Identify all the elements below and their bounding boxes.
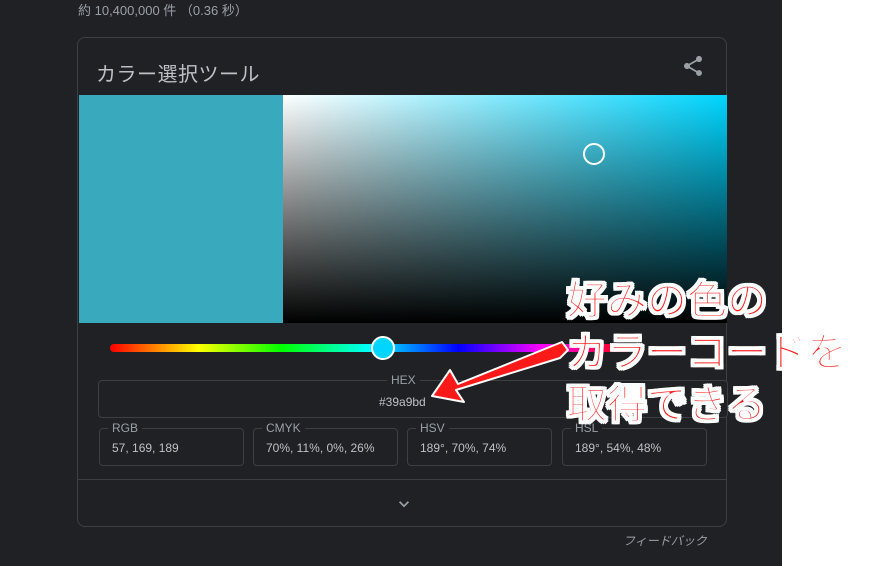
hsl-value: 189°, 54%, 48% xyxy=(575,441,662,455)
annotation-arrow xyxy=(431,341,569,403)
hsl-field[interactable]: HSL 189°, 54%, 48% xyxy=(562,421,707,466)
saturation-value-handle[interactable] xyxy=(582,143,605,166)
hue-slider-handle[interactable] xyxy=(371,336,395,360)
annotation-line: 好みの色の xyxy=(567,279,768,324)
rgb-field[interactable]: RGB 57, 169, 189 xyxy=(99,421,244,466)
cmyk-field[interactable]: CMYK 70%, 11%, 0%, 26% xyxy=(253,421,398,466)
rgb-value: 57, 169, 189 xyxy=(112,441,179,455)
cmyk-value: 70%, 11%, 0%, 26% xyxy=(266,441,375,455)
annotation-callout: 好みの色の カラーコードを 取得できる xyxy=(567,275,848,431)
hsv-field[interactable]: HSV 189°, 70%, 74% xyxy=(407,421,552,466)
chevron-down-icon[interactable] xyxy=(394,494,414,514)
color-picker-title: カラー選択ツール xyxy=(96,64,260,86)
hsv-label: HSV xyxy=(416,421,449,435)
feedback-link[interactable]: フィードバック xyxy=(623,532,707,549)
hex-label: HEX xyxy=(387,373,420,387)
hsv-value: 189°, 70%, 74% xyxy=(420,441,507,455)
share-icon[interactable] xyxy=(681,54,705,78)
hex-value: #39a9bd xyxy=(379,395,426,409)
result-stats: 約 10,400,000 件 （0.36 秒） xyxy=(78,3,248,18)
annotation-line: 取得できる xyxy=(567,383,767,428)
selected-color-swatch xyxy=(79,95,283,323)
cmyk-label: CMYK xyxy=(262,421,305,435)
card-divider xyxy=(78,479,726,480)
annotation-line: カラーコードを xyxy=(567,331,848,376)
rgb-label: RGB xyxy=(108,421,143,435)
